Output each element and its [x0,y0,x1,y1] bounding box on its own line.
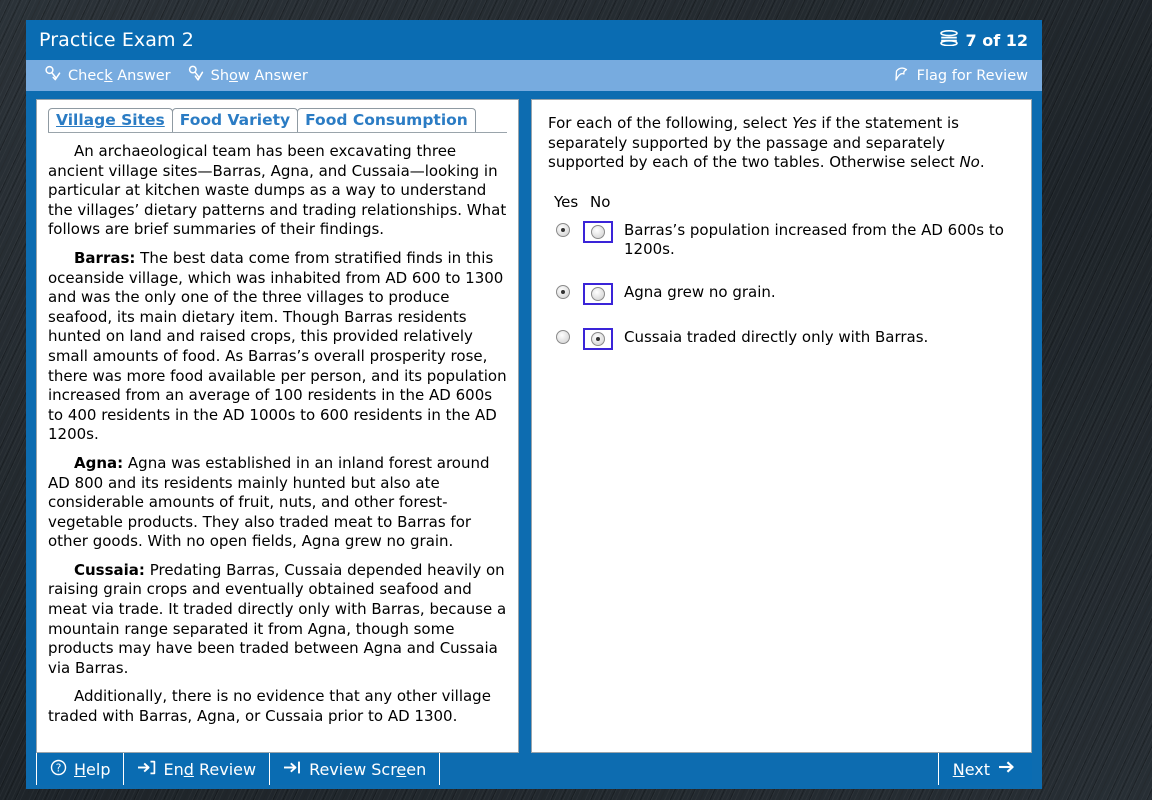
bottom-bar-spacer [439,753,937,785]
flag-for-review-button[interactable]: Flag for Review [885,62,1042,89]
show-answer-label: Show Answer [210,67,308,84]
next-button[interactable]: Next [937,753,1032,785]
question-row: Barras’s population increased from the A… [548,220,1015,260]
question-circle-icon: ? [50,759,67,780]
page-counter: 7 of 12 [939,29,1029,50]
show-answer-key-icon [187,65,205,87]
prompt-emphasis-no: No [959,153,980,172]
radio-no-2[interactable] [591,286,605,301]
passage-paragraph-closing: Additionally, there is no evidence that … [48,687,491,726]
question-row: Agna grew no grain. [548,282,1015,305]
passage-text: An archaeological team has been excavati… [48,142,507,727]
page-counter-label: 7 of 12 [965,30,1029,50]
show-answer-button[interactable]: Show Answer [181,62,318,90]
radio-cell-no[interactable] [583,220,613,243]
passage-paragraph-agna: Agna: Agna was established in an inland … [48,454,507,552]
radio-cell-no[interactable] [583,282,613,305]
agna-label: Agna: [74,453,124,472]
tab-strip: Village Sites Food Variety Food Consumpt… [48,108,507,133]
column-header-yes: Yes [554,192,579,211]
flag-for-review-label: Flag for Review [916,67,1028,84]
prompt-part-3: . [979,153,985,172]
statement-text-2: Agna grew no grain. [624,282,776,301]
stacked-pages-icon [939,29,959,50]
check-answer-label: Check Answer [68,67,171,84]
review-screen-button[interactable]: Review Screen [269,753,441,785]
column-header-no: No [590,192,611,211]
passage-panel: Village Sites Food Variety Food Consumpt… [36,99,519,753]
radio-no-3[interactable] [591,331,605,346]
radio-yes-3[interactable] [556,329,570,344]
exam-window: Practice Exam 2 7 of 12 Check Answer Sho… [26,20,1042,789]
help-label: Help [74,759,111,779]
radio-yes-1[interactable] [556,222,570,237]
toolbar: Check Answer Show Answer Flag for Review [26,60,1042,91]
check-answer-key-icon [44,65,62,87]
passage-paragraph-cussaia: Cussaia: Predating Barras, Cussaia depen… [48,561,507,679]
question-prompt: For each of the following, select Yes if… [548,114,1015,173]
review-screen-label: Review Screen [309,759,427,779]
answer-column-headers: Yes No [554,193,1015,211]
page-title: Practice Exam 2 [39,29,194,51]
radio-cell-no[interactable] [583,327,613,350]
radio-cell-yes[interactable] [548,328,578,344]
statement-text-1: Barras’s population increased from the A… [624,220,1004,259]
arrow-right-icon [998,759,1017,779]
radio-no-1[interactable] [591,224,605,239]
cussaia-label: Cussaia: [74,560,145,579]
end-review-button[interactable]: End Review [123,753,271,785]
passage-paragraph-intro: An archaeological team has been excavati… [48,142,507,239]
svg-text:?: ? [56,762,62,774]
barras-label: Barras: [74,248,136,267]
exit-arrow-icon [137,759,156,780]
passage-paragraph-barras: Barras: The best data come from stratifi… [48,249,507,445]
question-row: Cussaia traded directly only with Barras… [548,327,1015,350]
next-label: Next [952,759,990,779]
end-review-label: End Review [163,759,257,779]
prompt-emphasis-yes: Yes [792,114,817,132]
radio-yes-2[interactable] [556,284,570,299]
tab-food-variety[interactable]: Food Variety [171,108,299,132]
tab-village-sites[interactable]: Village Sites [48,108,173,132]
work-area: Village Sites Food Variety Food Consumpt… [26,91,1042,753]
check-answer-button[interactable]: Check Answer [38,62,181,90]
prompt-part-1: For each of the following, select [548,114,793,132]
help-button[interactable]: ? Help [36,753,125,785]
arrow-to-bar-icon [283,759,302,780]
title-bar: Practice Exam 2 7 of 12 [26,20,1042,60]
bottom-bar: ? Help End Review Review Screen Next [26,753,1042,789]
radio-cell-yes[interactable] [548,221,578,237]
tab-food-consumption[interactable]: Food Consumption [297,108,476,132]
question-panel: For each of the following, select Yes if… [531,99,1032,753]
barras-text: The best data come from stratified finds… [48,248,507,444]
flag-icon [893,65,911,86]
radio-cell-yes[interactable] [548,283,578,299]
statement-text-3: Cussaia traded directly only with Barras… [624,327,929,346]
